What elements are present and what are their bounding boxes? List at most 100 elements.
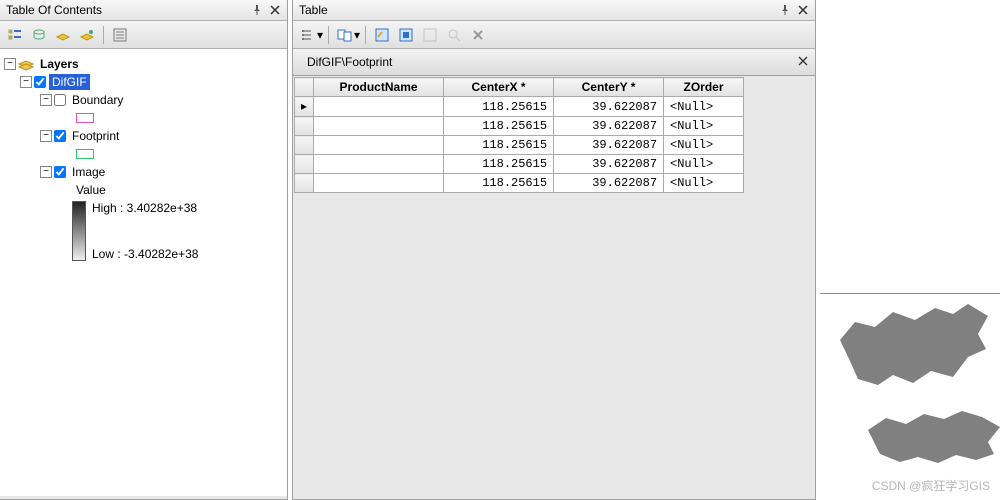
cell[interactable]: 118.25615: [444, 155, 554, 174]
row-selector[interactable]: [295, 174, 314, 193]
group-label: DifGIF: [49, 74, 90, 90]
close-icon[interactable]: [797, 4, 809, 16]
tree-item-image[interactable]: − Image: [4, 163, 283, 181]
col-header[interactable]: CenterY *: [554, 78, 664, 97]
cell[interactable]: [314, 174, 444, 193]
map-shape-1: [830, 300, 1000, 390]
tree-item-boundary[interactable]: − Boundary: [4, 91, 283, 109]
expander-icon[interactable]: −: [20, 76, 32, 88]
row-selector[interactable]: ▸: [295, 97, 314, 117]
cell[interactable]: [314, 136, 444, 155]
boundary-swatch-row: [4, 109, 283, 127]
clear-selection-icon[interactable]: [419, 24, 441, 46]
cell[interactable]: [314, 97, 444, 117]
table-tab[interactable]: DifGIF\Footprint: [299, 53, 797, 71]
image-label: Image: [69, 164, 108, 180]
watermark: CSDN @疯狂学习GIS: [872, 477, 990, 494]
cell[interactable]: <Null>: [664, 136, 744, 155]
value-label: Value: [76, 183, 106, 197]
table-title: Table: [299, 3, 779, 17]
col-header[interactable]: ZOrder: [664, 78, 744, 97]
cell[interactable]: 118.25615: [444, 136, 554, 155]
expander-icon[interactable]: −: [40, 166, 52, 178]
tab-close-icon[interactable]: [797, 55, 809, 70]
row-selector[interactable]: [295, 136, 314, 155]
dropdown-arrow-icon[interactable]: ▾: [354, 28, 360, 42]
cell[interactable]: [314, 117, 444, 136]
table-grid-container: ProductNameCenterX *CenterY *ZOrder ▸118…: [293, 76, 815, 499]
boundary-swatch[interactable]: [76, 113, 94, 123]
map-shape-2: [860, 400, 1000, 470]
delete-selected-icon[interactable]: [467, 24, 489, 46]
pin-icon[interactable]: [251, 4, 263, 16]
related-tables-icon[interactable]: [334, 24, 356, 46]
zoom-selected-icon[interactable]: [443, 24, 465, 46]
cell[interactable]: 118.25615: [444, 174, 554, 193]
table-row[interactable]: ▸ 118.2561539.622087<Null>: [295, 97, 744, 117]
pin-icon[interactable]: [779, 4, 791, 16]
list-by-drawing-order-icon[interactable]: [4, 24, 26, 46]
dropdown-arrow-icon[interactable]: ▾: [317, 28, 323, 42]
footprint-swatch[interactable]: [76, 149, 94, 159]
table-options-icon[interactable]: [297, 24, 319, 46]
tree-group[interactable]: − DifGIF: [4, 73, 283, 91]
cell[interactable]: [314, 155, 444, 174]
toc-title: Table Of Contents: [6, 3, 251, 17]
table-row[interactable]: 118.2561539.622087<Null>: [295, 117, 744, 136]
cell[interactable]: 118.25615: [444, 97, 554, 117]
high-label: High : 3.40282e+38: [92, 201, 198, 215]
footprint-swatch-row: [4, 145, 283, 163]
map-view[interactable]: [820, 0, 1000, 500]
close-icon[interactable]: [269, 4, 281, 16]
boundary-label: Boundary: [69, 92, 126, 108]
cell[interactable]: 39.622087: [554, 136, 664, 155]
layer-tree: − Layers − DifGIF − Boundary − Footprint: [0, 49, 287, 496]
col-header[interactable]: ProductName: [314, 78, 444, 97]
cell[interactable]: 118.25615: [444, 117, 554, 136]
row-selector[interactable]: [295, 155, 314, 174]
cell[interactable]: <Null>: [664, 174, 744, 193]
col-header[interactable]: CenterX *: [444, 78, 554, 97]
group-checkbox[interactable]: [34, 76, 46, 88]
options-icon[interactable]: [109, 24, 131, 46]
cell[interactable]: <Null>: [664, 97, 744, 117]
cell[interactable]: <Null>: [664, 117, 744, 136]
boundary-checkbox[interactable]: [54, 94, 66, 106]
table-row[interactable]: 118.2561539.622087<Null>: [295, 174, 744, 193]
tree-item-footprint[interactable]: − Footprint: [4, 127, 283, 145]
table-row[interactable]: 118.2561539.622087<Null>: [295, 136, 744, 155]
table-toolbar: ▾ ▾: [293, 21, 815, 49]
row-selector[interactable]: [295, 117, 314, 136]
tree-root[interactable]: − Layers: [4, 55, 283, 73]
toc-toolbar: [0, 21, 287, 49]
table-tabbar: DifGIF\Footprint: [293, 49, 815, 76]
row-header-corner[interactable]: [295, 78, 314, 97]
expander-icon[interactable]: −: [40, 130, 52, 142]
layers-icon: [18, 57, 34, 71]
expander-icon[interactable]: −: [40, 94, 52, 106]
expander-icon[interactable]: −: [4, 58, 16, 70]
cell[interactable]: 39.622087: [554, 155, 664, 174]
cell[interactable]: 39.622087: [554, 174, 664, 193]
cell[interactable]: 39.622087: [554, 97, 664, 117]
map-footprint-outline: [820, 293, 1000, 294]
cell[interactable]: 39.622087: [554, 117, 664, 136]
list-by-source-icon[interactable]: [28, 24, 50, 46]
switch-selection-icon[interactable]: [395, 24, 417, 46]
footprint-checkbox[interactable]: [54, 130, 66, 142]
data-grid[interactable]: ProductNameCenterX *CenterY *ZOrder ▸118…: [294, 77, 744, 193]
footprint-label: Footprint: [69, 128, 122, 144]
select-by-attributes-icon[interactable]: [371, 24, 393, 46]
image-value-row: Value: [4, 181, 283, 199]
image-checkbox[interactable]: [54, 166, 66, 178]
table-panel: Table ▾ ▾ DifGIF\Footprint ProductNameCe…: [292, 0, 816, 500]
list-by-visibility-icon[interactable]: [52, 24, 74, 46]
root-label: Layers: [37, 56, 82, 72]
toc-panel: Table Of Contents − Layers − DifGIF − Bo…: [0, 0, 288, 500]
gradient-swatch[interactable]: [72, 201, 86, 261]
cell[interactable]: <Null>: [664, 155, 744, 174]
toc-header: Table Of Contents: [0, 0, 287, 21]
table-row[interactable]: 118.2561539.622087<Null>: [295, 155, 744, 174]
table-header: Table: [293, 0, 815, 21]
list-by-selection-icon[interactable]: [76, 24, 98, 46]
